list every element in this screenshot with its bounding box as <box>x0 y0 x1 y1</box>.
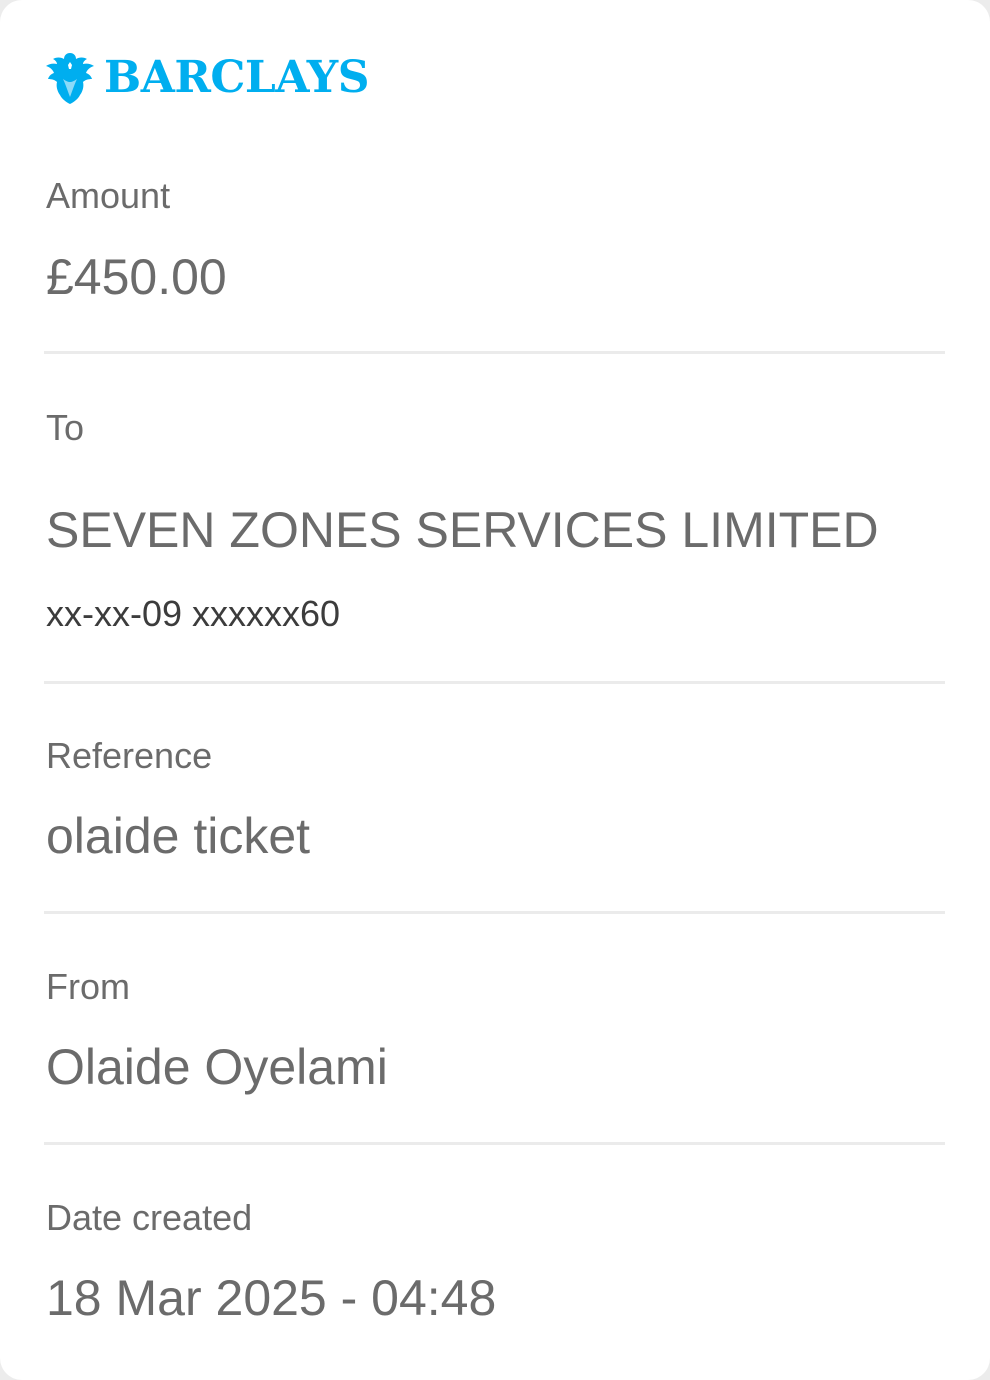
date-created-label: Date created <box>46 1197 253 1238</box>
amount-value: £450.00 <box>46 249 227 305</box>
divider <box>44 911 945 914</box>
divider <box>44 681 945 684</box>
payee-account-number: xx-xx-09 xxxxxx60 <box>46 593 341 634</box>
barclays-logo: BARCLAYS <box>44 48 369 108</box>
from-label: From <box>46 966 130 1007</box>
to-label: To <box>46 407 85 448</box>
payee-name: SEVEN ZONES SERVICES LIMITED <box>46 502 879 558</box>
reference-label: Reference <box>46 735 213 776</box>
divider <box>44 1142 945 1145</box>
divider <box>44 351 945 354</box>
eagle-icon <box>46 53 94 104</box>
brand-name: BARCLAYS <box>104 52 369 103</box>
payer-name: Olaide Oyelami <box>46 1039 388 1095</box>
date-created-value: 18 Mar 2025 - 04:48 <box>46 1270 497 1326</box>
amount-label: Amount <box>46 175 171 216</box>
reference-value: olaide ticket <box>46 808 311 864</box>
payment-details-card: BARCLAYS Amount £450.00 To SEVEN ZONES S… <box>0 0 990 1380</box>
